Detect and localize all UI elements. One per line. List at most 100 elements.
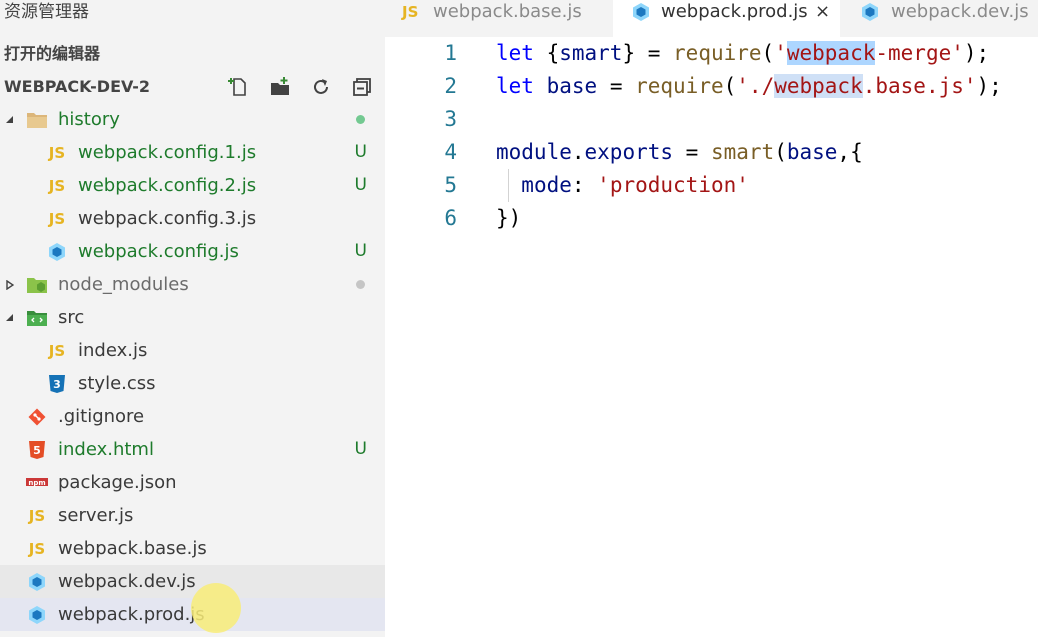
tree-item-label: style.css: [78, 373, 156, 394]
tree-item-server-js[interactable]: JS server.js: [0, 499, 385, 532]
explorer-actions: [226, 74, 375, 100]
code-token: let: [496, 41, 534, 65]
tree-item-label: webpack.config.3.js: [78, 208, 257, 229]
tab-webpack-prod-js[interactable]: webpack.prod.js ×: [613, 0, 840, 37]
webpack-icon: [26, 605, 48, 625]
tree-item-history[interactable]: history: [0, 103, 385, 136]
tree-item-node-modules[interactable]: node_modules: [0, 268, 385, 301]
git-status-dot: [356, 115, 365, 124]
code-token: }): [496, 206, 522, 230]
code-token: smart: [710, 140, 775, 164]
code-token: require: [635, 74, 724, 98]
code-token: base: [786, 140, 838, 164]
js-icon: JS: [28, 539, 46, 558]
tree-item-index-html[interactable]: 5 index.html U: [0, 433, 385, 466]
tree-item-webpack-config-1-js[interactable]: JS webpack.config.1.js U: [0, 136, 385, 169]
mouse-cursor-highlight: [191, 583, 241, 633]
git-status-badge: U: [354, 439, 367, 459]
git-status-badge: U: [354, 175, 367, 195]
tab-webpack-dev-js[interactable]: webpack.dev.js: [841, 0, 1038, 37]
folder-icon: [26, 110, 48, 130]
code-line: let base = require('./webpack.base.js');: [496, 70, 1002, 103]
tree-item-label: node_modules: [58, 274, 189, 295]
webpack-icon: [860, 1, 880, 23]
tree-item-webpack-config-2-js[interactable]: JS webpack.config.2.js U: [0, 169, 385, 202]
webpack-icon: [26, 572, 48, 592]
js-icon: JS: [402, 3, 419, 21]
code-token: :: [571, 173, 598, 197]
tree-item-gitignore[interactable]: .gitignore: [0, 400, 385, 433]
js-icon: JS: [28, 506, 46, 525]
src-folder-icon: [26, 308, 48, 328]
tree-item-label: src: [58, 307, 85, 328]
code-token: webpack: [786, 41, 876, 65]
tree-item-label: webpack.prod.js: [58, 604, 205, 625]
line-number: 1: [444, 41, 457, 65]
git-status-dot: [356, 280, 365, 289]
code-token: -merge': [875, 41, 964, 65]
code-token: module: [496, 140, 572, 164]
tree-item-webpack-dev-js[interactable]: webpack.dev.js: [0, 565, 385, 598]
line-number: 2: [444, 74, 457, 98]
tree-item-src[interactable]: src: [0, 301, 385, 334]
editor-tabs: JS webpack.base.js webpack.prod.js × webpack…: [385, 0, 1038, 37]
code-token: =: [597, 74, 636, 98]
project-header[interactable]: WEBPACK-DEV-2: [0, 70, 385, 103]
js-icon: JS: [48, 209, 66, 228]
code-token: require: [673, 41, 762, 65]
code-line: let {smart} = require('webpack-merge');: [496, 37, 989, 70]
tab-label: webpack.prod.js: [661, 1, 808, 22]
tree-item-label: webpack.config.1.js: [78, 142, 257, 163]
open-editors-section[interactable]: 打开的编辑器: [0, 37, 385, 70]
tree-item-label: .gitignore: [58, 406, 145, 427]
js-icon: JS: [48, 176, 66, 195]
tree-item-package-json[interactable]: npm package.json: [0, 466, 385, 499]
explorer-title: 资源管理器: [4, 2, 89, 22]
code-line: }): [496, 202, 521, 235]
refresh-icon[interactable]: [308, 74, 334, 100]
code-token: ,{: [837, 140, 863, 164]
tab-label: webpack.base.js: [433, 1, 582, 22]
tree-item-index-js[interactable]: JS index.js: [0, 334, 385, 367]
code-token: {: [533, 41, 560, 65]
code-token: smart: [559, 41, 623, 65]
line-number: 5: [444, 173, 457, 197]
code-editor[interactable]: 1 2 3 4 5 6 let {smart} = require('webpack-mer…: [385, 37, 1038, 637]
code-token: mode: [521, 173, 572, 197]
tab-webpack-base-js[interactable]: JS webpack.base.js: [385, 0, 612, 37]
tree-item-webpack-config-3-js[interactable]: JS webpack.config.3.js: [0, 202, 385, 235]
new-folder-icon[interactable]: [267, 74, 293, 100]
tree-item-webpack-base-js[interactable]: JS webpack.base.js: [0, 532, 385, 565]
tree-item-label: webpack.config.js: [78, 241, 239, 262]
code-token: base: [546, 74, 598, 98]
chevron-down-icon[interactable]: [3, 103, 17, 136]
tree-item-label: index.js: [78, 340, 148, 361]
explorer-sidebar: 资源管理器 打开的编辑器 WEBPACK-DEV-2 history JS webp…: [0, 0, 385, 637]
new-file-icon[interactable]: [226, 74, 252, 100]
close-tab-icon[interactable]: ×: [815, 0, 830, 24]
tree-item-webpack-config-js[interactable]: webpack.config.js U: [0, 235, 385, 268]
code-token: .: [571, 140, 585, 164]
git-status-badge: U: [354, 142, 367, 162]
code-line: module.exports = smart(base,{: [496, 136, 863, 169]
code-token: (: [774, 140, 787, 164]
css-icon: 3: [46, 374, 68, 394]
code-token: );: [963, 41, 990, 65]
code-token: );: [976, 74, 1002, 98]
tree-item-style-css[interactable]: 3 style.css: [0, 367, 385, 400]
chevron-down-icon[interactable]: [3, 301, 17, 334]
webpack-icon: [46, 242, 68, 262]
svg-text:3: 3: [53, 378, 61, 391]
tree-item-label: history: [58, 109, 120, 130]
line-number: 3: [444, 107, 457, 131]
code-token: './: [736, 74, 775, 98]
code-token: webpack: [774, 74, 863, 98]
collapse-all-icon[interactable]: [349, 74, 375, 100]
svg-text:npm: npm: [28, 479, 45, 487]
tree-item-label: webpack.base.js: [58, 538, 207, 559]
tree-item-label: webpack.dev.js: [58, 571, 196, 592]
tree-item-label: webpack.config.2.js: [78, 175, 257, 196]
chevron-right-icon[interactable]: [3, 268, 17, 301]
